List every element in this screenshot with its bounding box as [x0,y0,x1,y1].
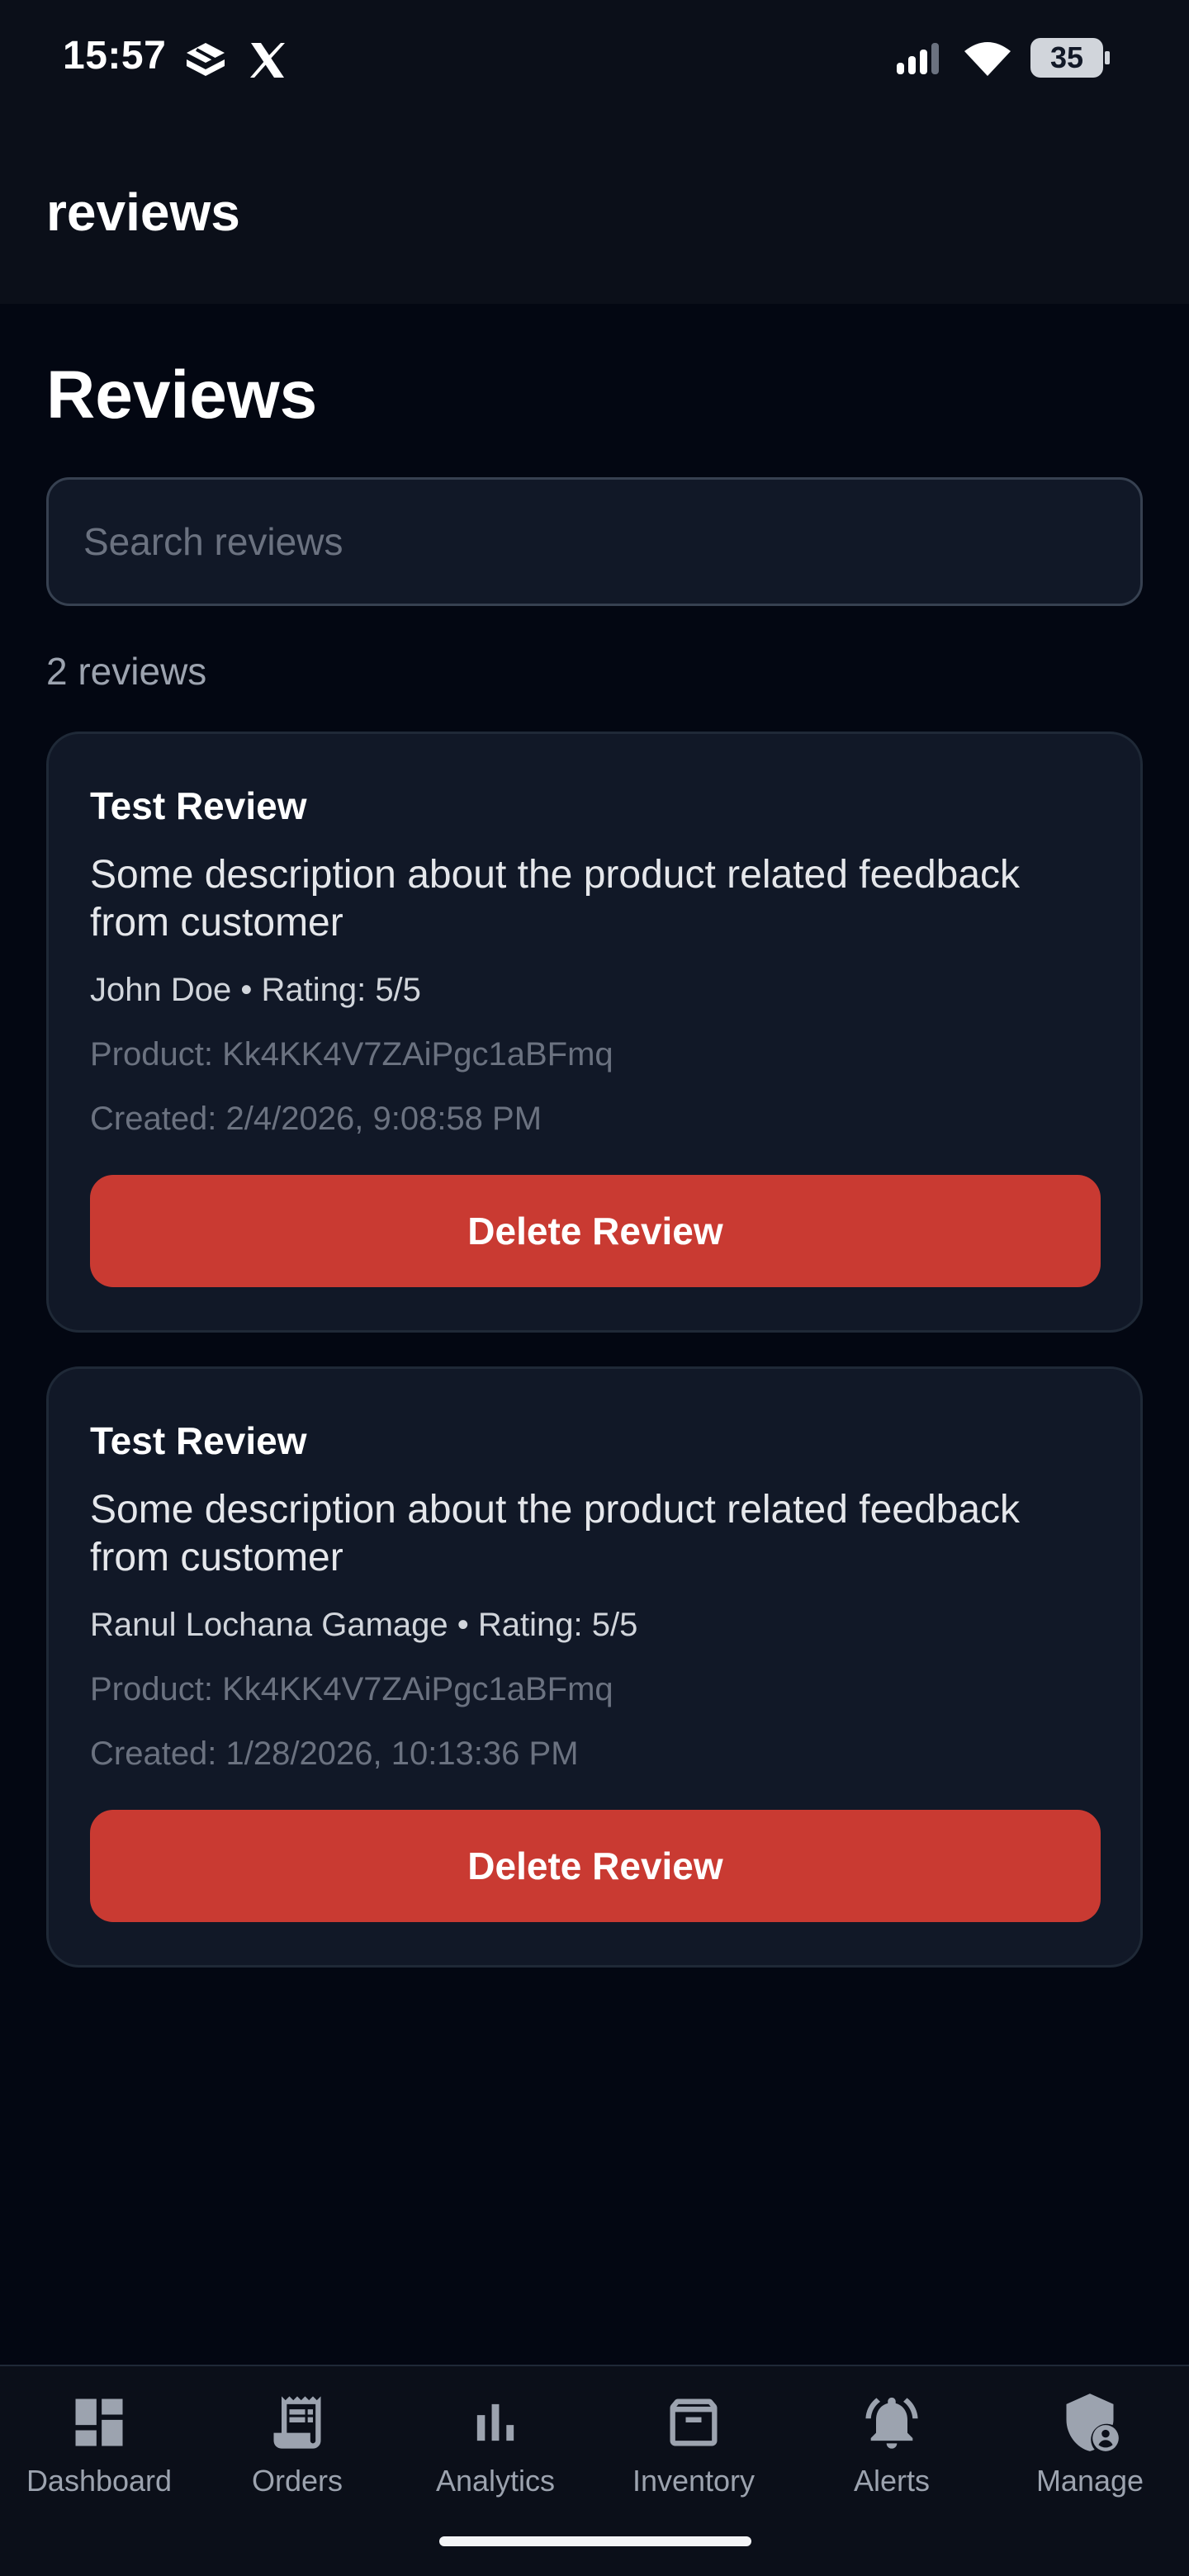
delete-review-button[interactable]: Delete Review [90,1175,1101,1287]
receipt-icon [273,2396,321,2449]
battery-level: 35 [1049,40,1084,74]
shield-user-icon [1066,2394,1119,2451]
app-notification-icon [187,43,225,76]
review-product: Product: Kk4KK4V7ZAiPgc1aBFmq [90,1671,613,1707]
review-product: Product: Kk4KK4V7ZAiPgc1aBFmq [90,1036,613,1073]
review-description: Some description about the product relat… [90,1488,1021,1579]
bell-icon [865,2397,918,2449]
review-title: Test Review [90,784,307,827]
nav-item-inventory[interactable]: Inventory [594,2366,793,2531]
review-card: Test Review Some description about the p… [46,1366,1143,1968]
nav-item-analytics[interactable]: Analytics [396,2366,594,2531]
nav-label: Orders [251,2464,343,2498]
nav-item-manage[interactable]: Manage [991,2366,1189,2531]
signal-icon [897,43,939,74]
app-bar-title: reviews [46,182,240,242]
dashboard-icon [75,2398,123,2446]
review-created: Created: 1/28/2026, 10:13:36 PM [90,1735,579,1772]
review-title: Test Review [90,1419,307,1462]
status-time: 15:57 [63,34,167,78]
home-indicator[interactable] [439,2536,751,2546]
header: 15:57 35 reviews [0,0,1189,304]
nav-label: Analytics [435,2464,556,2498]
nav-item-alerts[interactable]: Alerts [793,2366,991,2531]
x-icon [250,43,285,78]
delete-review-button[interactable]: Delete Review [90,1810,1101,1922]
nav-label: Dashboard [26,2464,173,2498]
bottom-nav: Dashboard Orders Analytics Inventory Ale… [0,2365,1189,2576]
review-description: Some description about the product relat… [90,853,1021,945]
reviews-screen: 15:57 35 reviews Reviews Search reviews … [0,0,1189,2576]
bar-chart-icon [476,2403,514,2441]
search-field[interactable] [46,477,1143,606]
nav-label: Manage [1035,2464,1144,2498]
wifi-icon [964,42,1011,76]
nav-item-dashboard[interactable]: Dashboard [0,2366,198,2531]
review-created: Created: 2/4/2026, 9:08:58 PM [90,1101,542,1137]
review-author-rating: Ranul Lochana Gamage • Rating: 5/5 [90,1607,638,1643]
review-author-rating: John Doe • Rating: 5/5 [90,972,421,1008]
archive-box-icon [670,2398,718,2446]
page-title: Reviews [46,358,318,433]
battery-icon: 35 [1030,38,1110,78]
nav-item-orders[interactable]: Orders [198,2366,396,2531]
status-bar: 15:57 35 [0,0,1189,119]
search-input[interactable] [49,480,1140,604]
nav-label: Inventory [632,2464,756,2498]
nav-label: Alerts [853,2464,931,2498]
review-count: 2 reviews [46,650,207,693]
review-card: Test Review Some description about the p… [46,732,1143,1333]
